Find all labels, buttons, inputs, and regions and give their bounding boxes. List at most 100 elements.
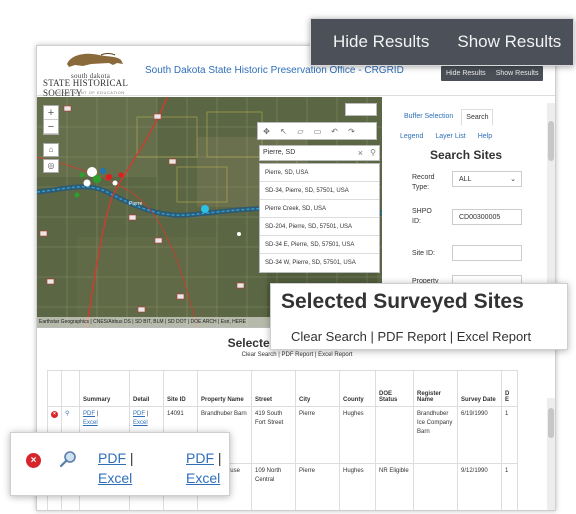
detail-pdf-link-zoom[interactable]: PDF [186, 450, 214, 466]
shpo-id-label: SHPO ID: [412, 208, 432, 225]
sdshs-logo: south dakota STATE HISTORICAL SOCIETY DE… [41, 50, 141, 98]
separator: | [126, 450, 134, 466]
home-icon[interactable]: ⌂ [43, 143, 59, 157]
city-cell: Pierre [295, 406, 340, 464]
map-search-value: Pierre, SD [263, 149, 296, 156]
summary-excel-link-zoom[interactable]: Excel [98, 470, 132, 486]
site-id-label: Site ID: [412, 250, 435, 257]
zoom-in-button[interactable]: + [44, 106, 58, 120]
tab-buffer-selection[interactable]: Buffer Selection [400, 109, 457, 126]
detail-excel-link-zoom[interactable]: Excel [186, 470, 220, 486]
column-header [61, 370, 80, 407]
separator: | [214, 450, 222, 466]
register-name-cell [413, 463, 458, 510]
undo-icon[interactable]: ↶ [326, 127, 343, 136]
zoom-out-button[interactable]: − [44, 120, 58, 134]
column-header[interactable]: Property Name [197, 370, 252, 407]
suggestion-item[interactable]: SD-34, Pierre, SD, 57501, USA [260, 182, 379, 200]
column-header[interactable]: Register Name [413, 370, 458, 407]
doe-status-cell [375, 406, 414, 464]
column-header[interactable]: City [295, 370, 340, 407]
hide-results-button-zoom[interactable]: Hide Results [333, 32, 429, 52]
column-header[interactable]: D E [501, 370, 518, 407]
detail-excel-link[interactable]: Excel [133, 420, 148, 426]
legend-link[interactable]: Legend [400, 133, 423, 140]
logo-text-line3: DEPARTMENT OF EDUCATION [55, 90, 125, 95]
summary-pdf-link[interactable]: PDF [83, 411, 95, 417]
column-header[interactable]: County [339, 370, 376, 407]
draw-rect-icon[interactable]: ▭ [309, 127, 326, 136]
suggestion-item[interactable]: Pierre, SD, USA [260, 164, 379, 182]
column-header[interactable]: Survey Date [457, 370, 502, 407]
street-cell: 419 South Fort Street [251, 406, 296, 464]
locate-icon[interactable]: ◎ [43, 159, 59, 173]
excel-report-link[interactable]: Excel Report [318, 352, 352, 358]
summary-excel-link[interactable]: Excel [83, 420, 98, 426]
record-type-label: Record Type: [412, 174, 435, 191]
draw-polygon-icon[interactable]: ▱ [292, 127, 309, 136]
column-header[interactable]: DOE Status [375, 370, 414, 407]
register-name-cell: Brandhuber Ice Company Barn [413, 406, 458, 464]
redo-icon[interactable]: ↷ [343, 127, 360, 136]
remove-row-icon-zoom[interactable]: × [26, 453, 41, 468]
logo-text-line2: STATE HISTORICAL SOCIETY [43, 78, 128, 98]
panel-tabs: Buffer Selection Search [400, 109, 494, 126]
app-title: South Dakota State Historic Preservation… [145, 65, 404, 76]
column-header [47, 370, 62, 407]
zoom-to-icon[interactable]: ⚲ [65, 411, 69, 417]
table-header-row: Summary Detail Site ID Property Name Str… [47, 370, 518, 407]
street-cell: 109 North Central [251, 463, 296, 510]
suggestion-item[interactable]: SD-34 W, Pierre, SD, 57501, USA [260, 254, 379, 272]
results-header-callout: Selected Surveyed Sites Clear Search | P… [270, 283, 568, 350]
column-header[interactable]: Street [251, 370, 296, 407]
search-heading: Search Sites [430, 148, 503, 162]
survey-date-cell: 6/19/1990 [457, 406, 502, 464]
site-id-input[interactable] [452, 245, 522, 261]
county-cell: Hughes [339, 463, 376, 510]
search-icon[interactable]: ⚲ [370, 148, 376, 157]
panel-links: Legend Layer List Help [400, 133, 492, 140]
basemap-toggle[interactable] [345, 103, 377, 116]
remove-row-icon[interactable]: × [51, 411, 58, 418]
shpo-id-input[interactable]: CD00300005 [452, 209, 522, 225]
results-scrollbar[interactable] [547, 398, 555, 510]
results-links-zoom[interactable]: Clear Search | PDF Report | Excel Report [291, 329, 531, 344]
show-results-button[interactable]: Show Results [491, 70, 544, 77]
help-link[interactable]: Help [478, 133, 492, 140]
column-header[interactable]: Summary [79, 370, 130, 407]
map-toolbar: ✥ ↖ ▱ ▭ ↶ ↷ [257, 122, 377, 140]
county-cell: Hughes [339, 406, 376, 464]
extra-cell: 1 [501, 463, 518, 510]
hide-results-button[interactable]: Hide Results [441, 70, 491, 77]
pan-icon[interactable]: ✥ [258, 127, 275, 136]
clear-search-icon[interactable]: × [358, 148, 363, 158]
record-type-value: ALL [459, 176, 472, 183]
city-cell: Pierre [295, 463, 340, 510]
map-search-input[interactable]: Pierre, SD × ⚲ [259, 145, 380, 161]
zoom-to-icon-zoom[interactable] [58, 449, 78, 469]
results-toggle-callout: Hide Results Show Results [310, 18, 574, 66]
results-title-zoom: Selected Surveyed Sites [281, 290, 524, 313]
suggestion-item[interactable]: SD-204, Pierre, SD, 57501, USA [260, 218, 379, 236]
suggestion-item[interactable]: Pierre Creek, SD, USA [260, 200, 379, 218]
zoom-control: + − [43, 105, 59, 135]
results-links: Clear Search | PDF Report | Excel Report [241, 352, 353, 358]
show-results-button-zoom[interactable]: Show Results [457, 32, 561, 52]
tab-search[interactable]: Search [461, 109, 494, 126]
row-actions-callout: × PDF | Excel PDF | Excel [10, 432, 230, 496]
detail-pdf-link[interactable]: PDF [133, 411, 145, 417]
survey-date-cell: 9/12/1990 [457, 463, 502, 510]
results-toggle-bar: Hide Results Show Results [441, 66, 544, 81]
bison-icon [67, 53, 123, 67]
suggestion-item[interactable]: SD-34 E, Pierre, SD, 57501, USA [260, 236, 379, 254]
pdf-report-link[interactable]: PDF Report [281, 352, 313, 358]
layer-list-link[interactable]: Layer List [435, 133, 465, 140]
column-header[interactable]: Detail [129, 370, 164, 407]
column-header[interactable]: Site ID [163, 370, 198, 407]
select-icon[interactable]: ↖ [275, 127, 292, 136]
extra-cell: 1 [501, 406, 518, 464]
clear-search-link[interactable]: Clear Search [242, 352, 277, 358]
svg-text:Pierre: Pierre [129, 201, 143, 207]
record-type-select[interactable]: ALL ⌄ [452, 171, 522, 187]
summary-pdf-link-zoom[interactable]: PDF [98, 450, 126, 466]
